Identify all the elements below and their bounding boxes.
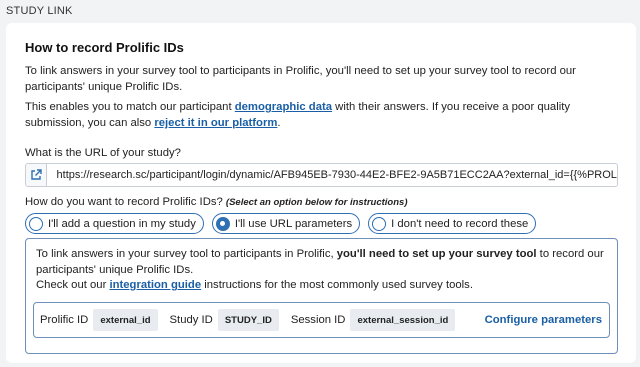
option-no-record[interactable]: I don't need to record these [368, 213, 537, 234]
record-question: How do you want to record Prolific IDs? … [25, 196, 407, 208]
reject-link[interactable]: reject it in our platform [154, 117, 277, 129]
record-question-text: How do you want to record Prolific IDs? [25, 196, 223, 208]
instructions-bold: you'll need to set up your survey tool [336, 248, 537, 260]
record-hint: (Select an option below for instructions… [225, 197, 408, 208]
instructions-before: To link answers in your survey tool to p… [36, 248, 337, 260]
demographic-data-link[interactable]: demographic data [235, 101, 332, 113]
parameters-box: Prolific ID external_id Study ID STUDY_I… [33, 302, 610, 338]
radio-icon [372, 216, 387, 231]
url-label: What is the URL of your study? [25, 147, 181, 159]
section-label: STUDY LINK [6, 5, 73, 17]
radio-selected-icon [215, 216, 230, 231]
instructions-text: To link answers in your survey tool to p… [36, 246, 611, 278]
option-url-parameters[interactable]: I'll use URL parameters [211, 213, 361, 234]
instructions-panel: To link answers in your survey tool to p… [25, 238, 618, 354]
param-value-session-id: external_session_id [350, 309, 456, 331]
study-url-field[interactable]: https://research.sc/participant/login/dy… [25, 163, 618, 187]
demographic-paragraph: This enables you to match our participan… [25, 99, 620, 131]
integration-guide-link[interactable]: integration guide [109, 279, 201, 291]
record-options: I'll add a question in my study I'll use… [25, 213, 537, 234]
p2-text-before: This enables you to match our participan… [25, 101, 235, 113]
guide-line: Check out our integration guide instruct… [36, 279, 473, 291]
option-add-question[interactable]: I'll add a question in my study [25, 213, 204, 234]
intro-paragraph: To link answers in your survey tool to p… [25, 65, 576, 93]
param-value-study-id: STUDY_ID [217, 309, 279, 331]
param-value-prolific-id: external_id [93, 309, 158, 331]
option-label: I'll add a question in my study [48, 217, 196, 230]
guide-after: instructions for the most commonly used … [201, 279, 473, 291]
study-url-value[interactable]: https://research.sc/participant/login/dy… [47, 169, 617, 181]
p2-text-after: . [277, 117, 281, 129]
param-label-study-id: Study ID [169, 314, 213, 326]
open-url-button[interactable] [26, 164, 47, 186]
study-link-card: How to record Prolific IDs To link answe… [6, 23, 636, 363]
param-label-session-id: Session ID [290, 314, 346, 326]
option-label: I'll use URL parameters [234, 217, 353, 230]
radio-icon [29, 216, 43, 231]
guide-before: Check out our [36, 279, 110, 291]
configure-parameters-button[interactable]: Configure parameters [485, 314, 602, 326]
option-label: I don't need to record these [391, 217, 529, 230]
param-label-prolific-id: Prolific ID [40, 314, 89, 326]
card-title: How to record Prolific IDs [25, 40, 184, 55]
external-link-icon [31, 169, 42, 180]
